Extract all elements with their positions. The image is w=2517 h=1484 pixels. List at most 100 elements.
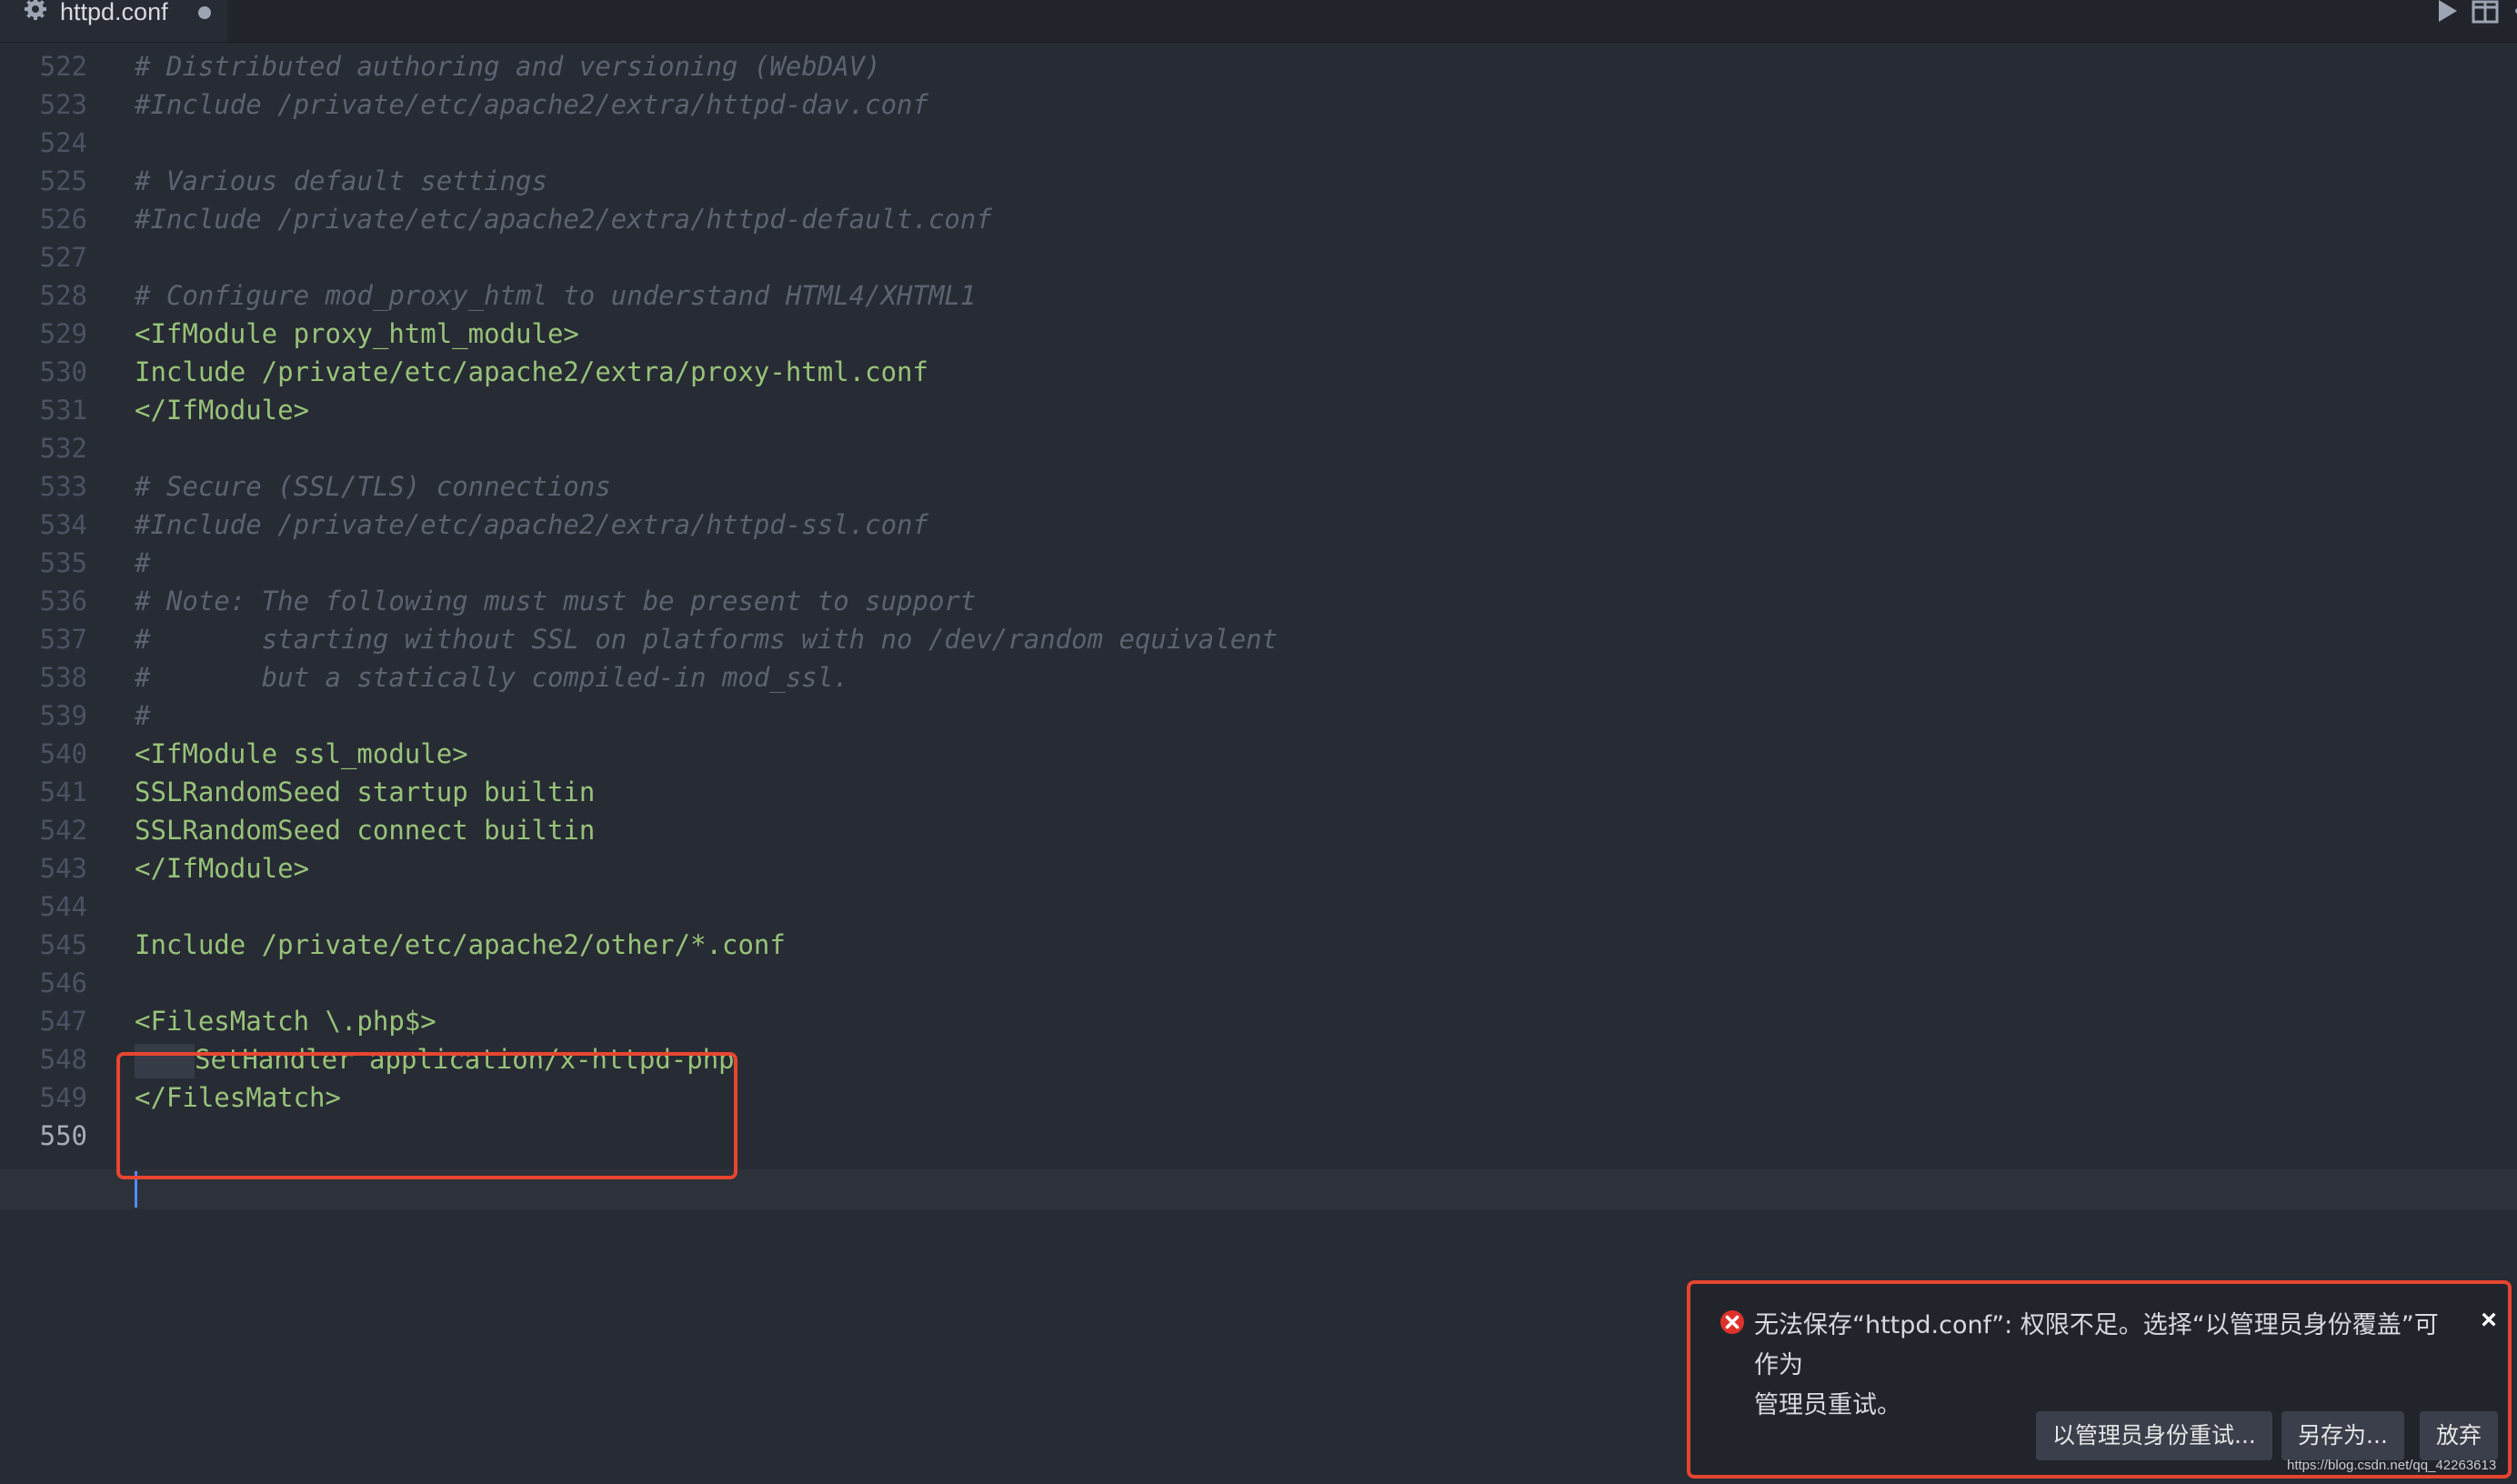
annotation-highlight-box [116, 1052, 737, 1179]
line-number: 535 [39, 547, 87, 578]
code-line[interactable]: 538 # but a statically compiled-in mod_ss… [0, 658, 2517, 697]
code-text: # [135, 697, 150, 735]
code-line[interactable]: 542 SSLRandomSeed connect builtin [0, 811, 2517, 849]
code-content: #Include /private/etc/apache2/extra/http… [135, 204, 992, 235]
code-text: <IfModule proxy_html_module> [135, 315, 579, 353]
code-text: # Secure (SSL/TLS) connections [135, 467, 611, 506]
line-number: 524 [39, 127, 87, 158]
more-icon[interactable] [2513, 0, 2517, 24]
code-text: </IfModule> [135, 849, 309, 887]
code-text: # starting without SSL on platforms with… [135, 620, 1278, 658]
line-number: 544 [39, 891, 87, 922]
line-number: 525 [39, 165, 87, 196]
code-line[interactable]: 528 # Configure mod_proxy_html to underst… [0, 276, 2517, 315]
line-number: 526 [39, 204, 87, 235]
code-line[interactable]: 547 <FilesMatch \.php$> [0, 1002, 2517, 1040]
save-as-button[interactable]: 另存为... [2281, 1411, 2404, 1460]
line-number: 537 [39, 624, 87, 655]
close-icon[interactable]: × [2474, 1306, 2503, 1335]
play-icon[interactable] [2435, 0, 2459, 24]
code-content: Include /private/etc/apache2/other/*.con… [135, 929, 786, 960]
line-number: 538 [39, 662, 87, 693]
code-line[interactable]: 534 #Include /private/etc/apache2/extra/h… [0, 506, 2517, 544]
code-line[interactable]: 537 # starting without SSL on platforms w… [0, 620, 2517, 658]
code-text: # [135, 544, 150, 582]
code-line[interactable]: 523 #Include /private/etc/apache2/extra/h… [0, 85, 2517, 124]
code-text: </IfModule> [135, 391, 309, 429]
code-text: #Include /private/etc/apache2/extra/http… [135, 200, 992, 238]
notification-message: 无法保存“httpd.conf”: 权限不足。选择“以管理员身份覆盖”可作为 管… [1754, 1306, 2454, 1426]
code-line[interactable]: 531 </IfModule> [0, 391, 2517, 429]
line-number: 545 [39, 929, 87, 960]
code-content: Include /private/etc/apache2/extra/proxy… [135, 356, 928, 387]
code-content: # Various default settings [135, 165, 547, 196]
line-number: 540 [39, 738, 87, 769]
code-content: # but a statically compiled-in mod_ssl. [135, 662, 849, 693]
code-content: SSLRandomSeed connect builtin [135, 815, 596, 846]
code-line[interactable]: 522 # Distributed authoring and versionin… [0, 47, 2517, 85]
code-content: # [135, 700, 151, 731]
code-content: <FilesMatch \.php$> [135, 1006, 436, 1037]
line-number: 542 [39, 815, 87, 846]
code-line[interactable]: 526 #Include /private/etc/apache2/extra/h… [0, 200, 2517, 238]
code-line[interactable]: 535 # [0, 544, 2517, 582]
split-editor-icon[interactable] [2472, 0, 2499, 24]
code-line[interactable]: 529 <IfModule proxy_html_module> [0, 315, 2517, 353]
code-line[interactable]: 546 [0, 964, 2517, 1002]
code-content: <IfModule proxy_html_module> [135, 318, 579, 349]
line-number: 547 [39, 1006, 87, 1037]
code-line[interactable]: 544 [0, 887, 2517, 926]
line-number: 522 [39, 51, 87, 82]
code-content: # starting without SSL on platforms with… [135, 624, 1279, 655]
line-number: 541 [39, 777, 87, 807]
line-number: 532 [39, 433, 87, 464]
line-number: 533 [39, 471, 87, 502]
code-line[interactable]: 527 [0, 238, 2517, 276]
code-line[interactable]: 524 [0, 124, 2517, 162]
code-text: # Note: The following must must be prese… [135, 582, 976, 620]
code-text: <FilesMatch \.php$> [135, 1002, 436, 1040]
code-line[interactable]: 530 Include /private/etc/apache2/extra/pr… [0, 353, 2517, 391]
code-editor[interactable]: 522 # Distributed authoring and versionin… [0, 42, 2517, 1484]
code-text: SSLRandomSeed startup builtin [135, 773, 595, 811]
code-content: # Note: The following must must be prese… [135, 586, 977, 617]
code-content: SSLRandomSeed startup builtin [135, 777, 596, 807]
code-line[interactable]: 543 </IfModule> [0, 849, 2517, 887]
code-text: SSLRandomSeed connect builtin [135, 811, 595, 849]
code-text: # Various default settings [135, 162, 547, 200]
code-content: # Secure (SSL/TLS) connections [135, 471, 611, 502]
line-number: 548 [39, 1044, 87, 1075]
line-number: 530 [39, 356, 87, 387]
line-number: 531 [39, 395, 87, 426]
notification-message-line1: 无法保存“httpd.conf”: 权限不足。选择“以管理员身份覆盖”可作为 [1754, 1311, 2439, 1379]
tab-bar: httpd.conf [0, 0, 2517, 43]
code-content: </IfModule> [135, 853, 310, 884]
tab-httpd-conf[interactable]: httpd.conf [0, 0, 227, 42]
retry-as-admin-button[interactable]: 以管理员身份重试... [2036, 1411, 2272, 1460]
code-text: Include /private/etc/apache2/other/*.con… [135, 926, 786, 964]
code-content: </IfModule> [135, 395, 310, 426]
code-line[interactable]: 541 SSLRandomSeed startup builtin [0, 773, 2517, 811]
code-text: Include /private/etc/apache2/extra/proxy… [135, 353, 928, 391]
line-number: 534 [39, 509, 87, 540]
code-content: # Configure mod_proxy_html to understand… [135, 280, 977, 311]
code-text: # Configure mod_proxy_html to understand… [135, 276, 976, 315]
discard-button[interactable]: 放弃 [2420, 1411, 2499, 1460]
line-number: 543 [39, 853, 87, 884]
tab-title: httpd.conf [60, 0, 168, 25]
code-line[interactable]: 525 # Various default settings [0, 162, 2517, 200]
line-number: 539 [39, 700, 87, 731]
error-notification: 无法保存“httpd.conf”: 权限不足。选择“以管理员身份覆盖”可作为 管… [1687, 1280, 2512, 1479]
code-line[interactable]: 533 # Secure (SSL/TLS) connections [0, 467, 2517, 506]
code-line[interactable]: 536 # Note: The following must must be pr… [0, 582, 2517, 620]
code-line[interactable]: 532 [0, 429, 2517, 467]
code-content: # Distributed authoring and versioning (… [135, 51, 881, 82]
code-line[interactable]: 539 # [0, 697, 2517, 735]
code-line[interactable]: 545 Include /private/etc/apache2/other/*.… [0, 926, 2517, 964]
line-number: 536 [39, 586, 87, 617]
code-text: #Include /private/etc/apache2/extra/http… [135, 506, 928, 544]
modified-dot-icon[interactable] [198, 6, 211, 19]
code-line[interactable]: 540 <IfModule ssl_module> [0, 735, 2517, 773]
line-number: 529 [39, 318, 87, 349]
line-number: 527 [39, 242, 87, 273]
